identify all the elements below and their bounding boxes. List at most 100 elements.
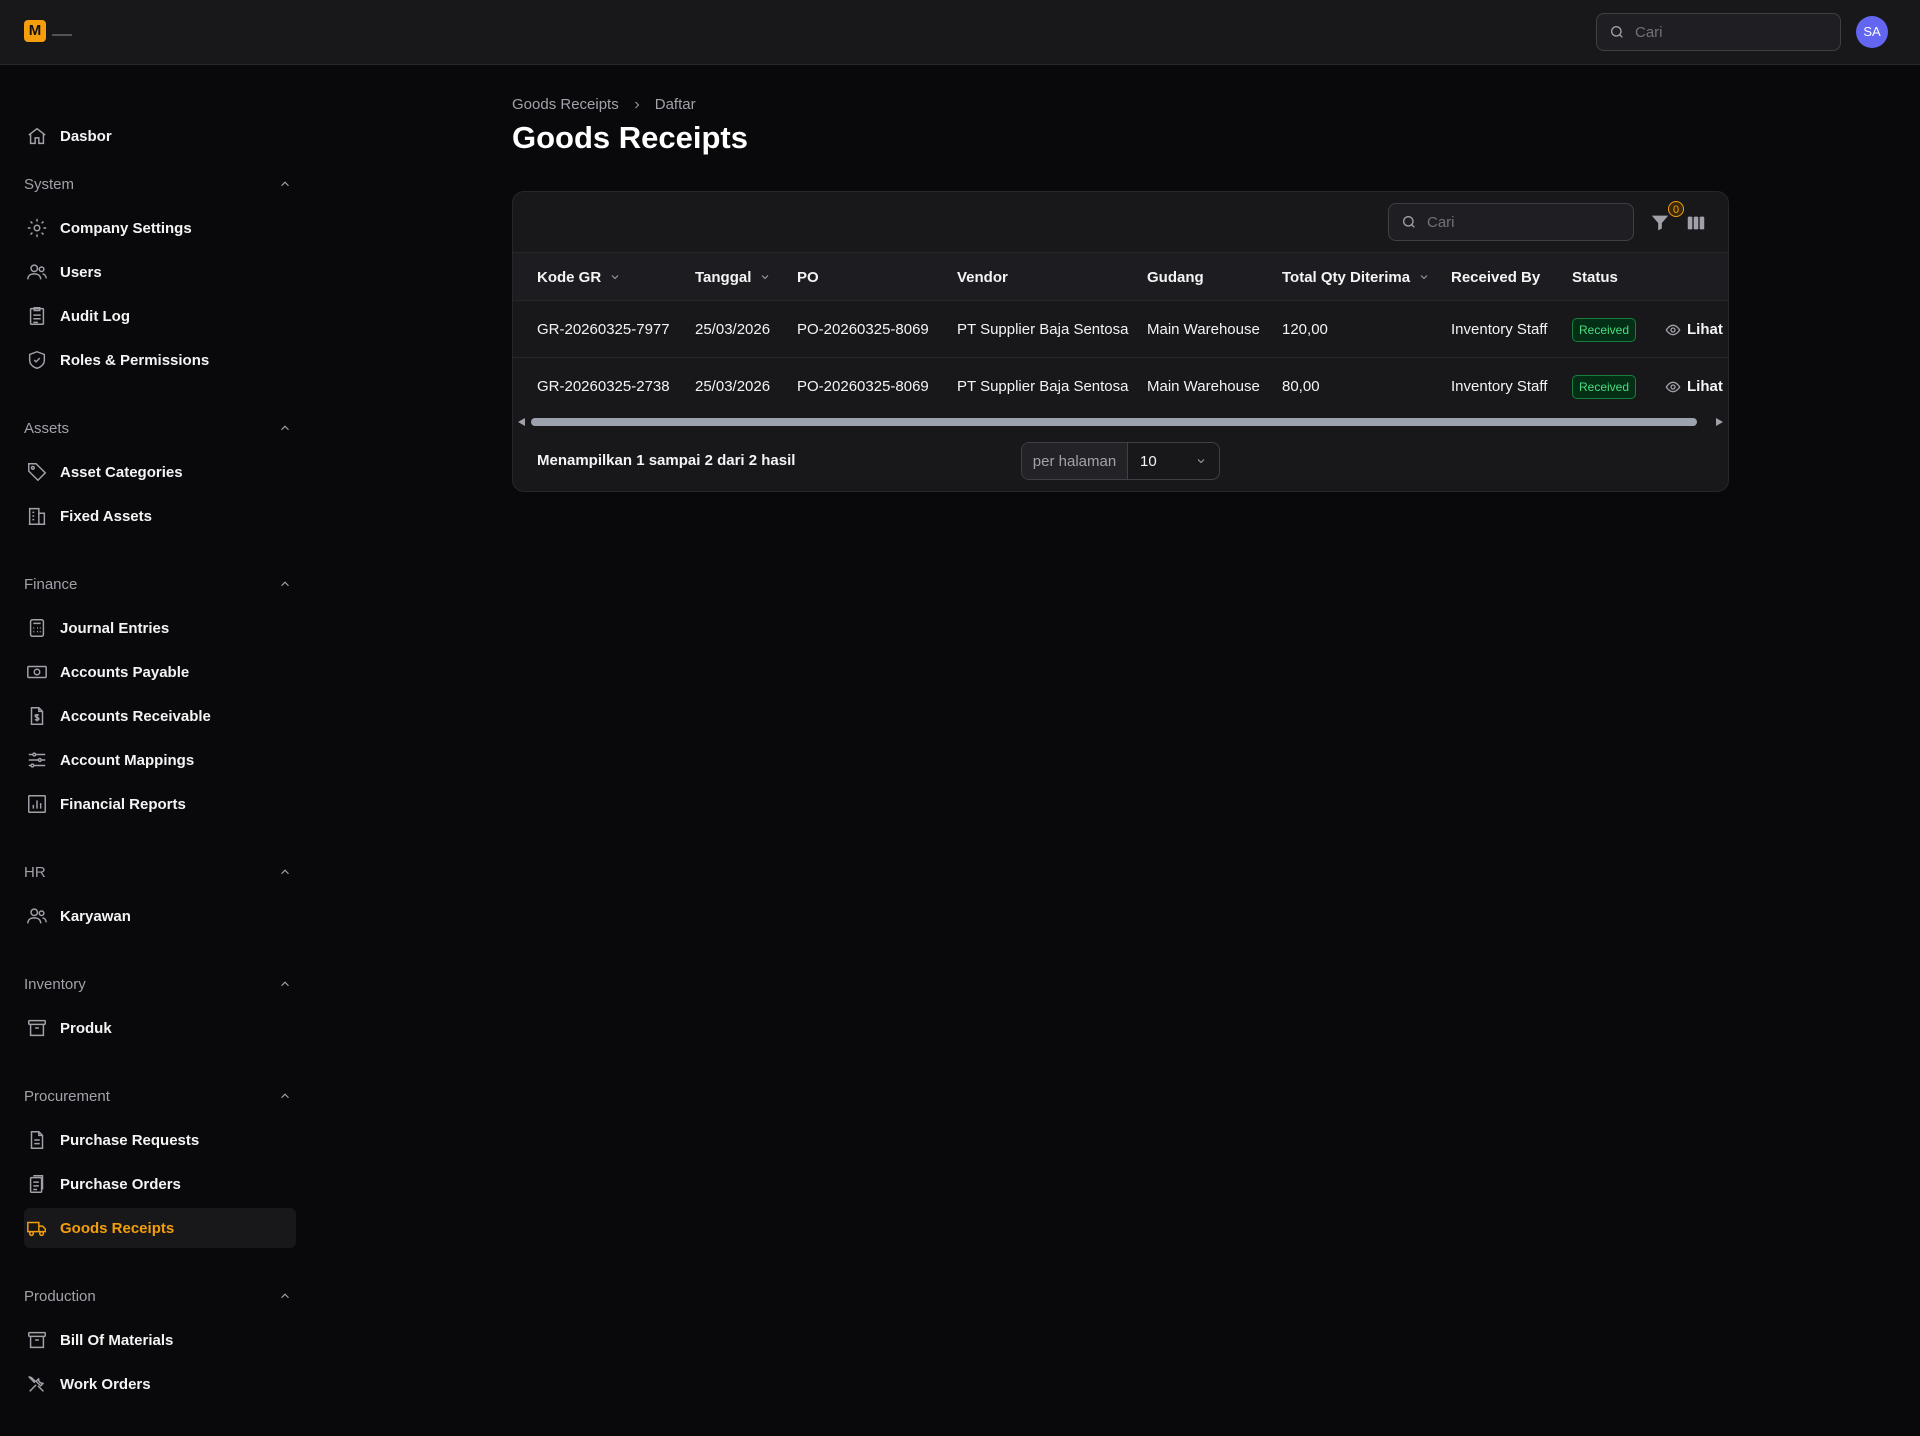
breadcrumb-current: Daftar [654,96,696,113]
sidebar-group-inventory[interactable]: Inventory [24,972,296,996]
sidebar-item-bill-of-materials[interactable]: Bill Of Materials [24,1320,296,1360]
sidebar-item-produk[interactable]: Produk [24,1008,296,1048]
status-badge: Received [1572,317,1637,342]
sidebar-group-hr[interactable]: HR [24,860,296,884]
column-header-label: Vendor [957,268,1008,286]
sidebar-item-company-settings[interactable]: Company Settings [24,208,296,248]
sidebar-group-finance[interactable]: Finance [24,572,296,596]
sidebar-group-procurement[interactable]: Procurement [24,1084,296,1108]
sidebar-group-system[interactable]: System [24,172,296,196]
sidebar-item-label: Users [60,263,102,281]
scroll-right-arrow-icon[interactable] [1716,418,1723,426]
status-badge: Received [1572,374,1637,399]
sidebar-item-accounts-receivable[interactable]: Accounts Receivable [24,696,296,736]
column-header-label: PO [797,268,819,286]
cell-tanggal: 25/03/2026 [695,321,771,338]
cell-gudang: Main Warehouse [1147,378,1260,395]
sidebar-group-label: Assets [24,419,70,437]
truck-icon [27,1221,46,1237]
cell-received-by: Inventory Staff [1451,321,1548,338]
archive-box-icon [28,1331,46,1349]
table-row[interactable]: GR-20260325-2738 25/03/2026 PO-20260325-… [513,358,1728,415]
columns-icon[interactable] [1685,212,1707,234]
per-page-value[interactable]: 10 [1128,443,1219,479]
scrollbar-thumb[interactable] [531,418,1697,426]
column-header-label: Kode GR [537,268,602,286]
sidebar-item-label: Accounts Payable [60,663,190,681]
sidebar-item-asset-categories[interactable]: Asset Categories [24,452,296,492]
view-action-label: Lihat [1687,321,1723,338]
user-avatar[interactable]: SA [1856,16,1888,48]
sidebar-item-work-orders[interactable]: Work Orders [24,1364,296,1404]
sidebar-item-goods-receipts[interactable]: Goods Receipts [24,1208,296,1248]
scroll-left-arrow-icon[interactable] [518,418,525,426]
sidebar-item-fixed-assets[interactable]: Fixed Assets [24,496,296,536]
global-search-input[interactable] [1635,23,1815,41]
sidebar-item-dashboard[interactable]: Dasbor [24,116,296,156]
sidebar-item-label: Account Mappings [60,751,195,769]
horizontal-scrollbar[interactable] [513,415,1728,429]
shield-icon [28,350,46,370]
chevron-up-icon [281,981,289,987]
view-action-link[interactable]: Lihat [1665,358,1723,415]
filter-icon[interactable] [1649,212,1671,234]
table-header: Kode GR Tanggal PO Vendor Gudang Total Q… [513,253,1728,301]
breadcrumb-link-goods-receipts[interactable]: Goods Receipts [512,96,619,113]
chevron-up-icon [281,1293,289,1299]
home-icon [28,127,46,145]
sidebar-item-label: Purchase Requests [60,1131,200,1149]
chevron-down-icon [1420,275,1428,280]
pagination-summary: Menampilkan 1 sampai 2 dari 2 hasil [537,452,796,469]
chevron-up-icon [281,425,289,431]
column-header-tanggal[interactable]: Tanggal [695,253,771,301]
per-page-select[interactable]: per halaman 10 [1021,442,1220,480]
sidebar-item-label: Financial Reports [60,795,186,813]
cell-received-by: Inventory Staff [1451,378,1548,395]
column-header-label: Gudang [1147,268,1204,286]
cell-status: Received [1572,358,1637,415]
calculator-icon [29,619,45,637]
sidebar-item-users[interactable]: Users [24,252,296,292]
sidebar-item-accounts-payable[interactable]: Accounts Payable [24,652,296,692]
users-icon [27,908,47,924]
chevron-up-icon [281,181,289,187]
document-icon [30,1131,44,1149]
column-header-kode-gr[interactable]: Kode GR [537,253,621,301]
sidebar-group-label: Procurement [24,1087,110,1105]
table-row[interactable]: GR-20260325-7977 25/03/2026 PO-20260325-… [513,301,1728,358]
global-search[interactable] [1596,13,1841,51]
sidebar-item-label: Company Settings [60,219,192,237]
sidebar-item-financial-reports[interactable]: Financial Reports [24,784,296,824]
sidebar-item-roles-permissions[interactable]: Roles & Permissions [24,340,296,380]
sidebar-item-karyawan[interactable]: Karyawan [24,896,296,936]
chevron-down-icon [611,275,619,280]
sidebar-group-label: System [24,175,75,193]
sidebar-item-journal-entries[interactable]: Journal Entries [24,608,296,648]
column-header-total-qty[interactable]: Total Qty Diterima [1282,253,1430,301]
sidebar-group-assets[interactable]: Assets [24,416,296,440]
column-header-label: Status [1572,268,1618,286]
chevron-down-icon [1197,459,1205,464]
sidebar-item-label: Audit Log [60,307,130,325]
top-bar: M SA [0,0,1920,65]
sidebar-item-account-mappings[interactable]: Account Mappings [24,740,296,780]
chevron-right-icon [634,101,639,108]
view-action-link[interactable]: Lihat [1665,301,1723,358]
column-header-vendor: Vendor [957,253,1008,301]
table-search-input[interactable] [1427,213,1607,231]
column-header-po: PO [797,253,819,301]
sidebar-group-production[interactable]: Production [24,1284,296,1308]
sidebar-item-label: Dasbor [60,127,112,145]
table-search[interactable] [1388,203,1634,241]
column-header-received-by: Received By [1451,253,1540,301]
chevron-up-icon [281,869,289,875]
cell-gudang: Main Warehouse [1147,321,1260,338]
sidebar-group-label: HR [24,863,46,881]
sidebar-item-purchase-orders[interactable]: Purchase Orders [24,1164,296,1204]
column-header-gudang: Gudang [1147,253,1204,301]
per-page-selected: 10 [1140,452,1157,470]
sidebar-item-audit-log[interactable]: Audit Log [24,296,296,336]
column-header-label: Total Qty Diterima [1282,268,1411,286]
sidebar-item-purchase-requests[interactable]: Purchase Requests [24,1120,296,1160]
app-logo[interactable]: M [24,20,46,42]
